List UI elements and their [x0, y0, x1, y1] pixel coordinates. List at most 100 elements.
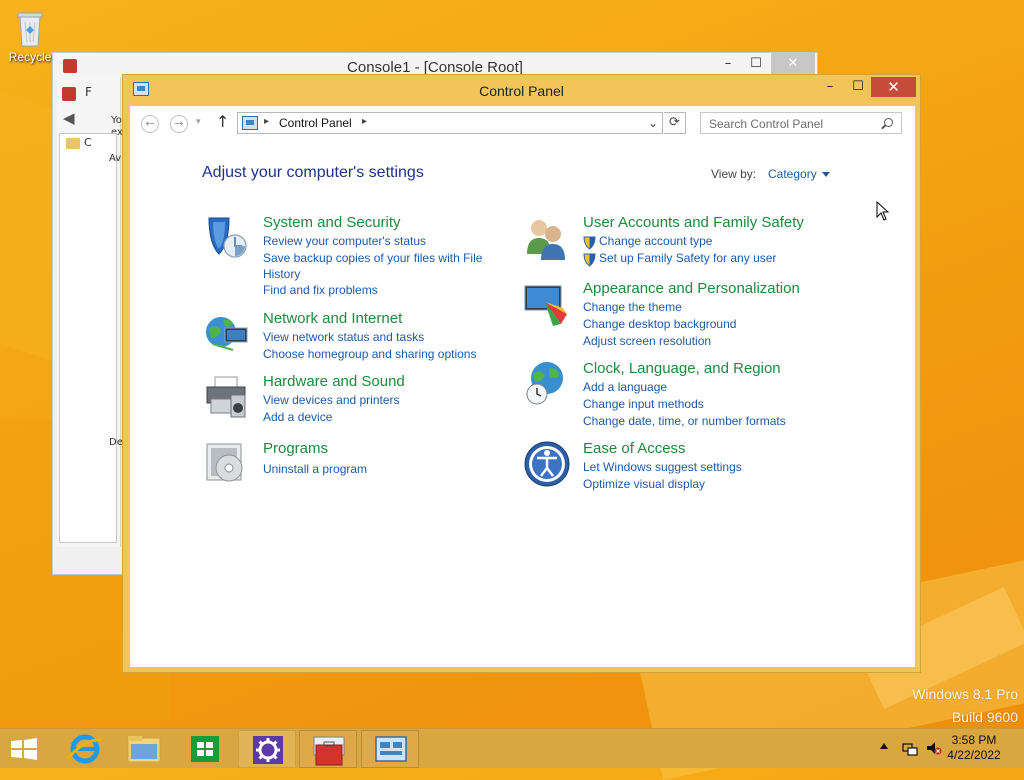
- background-text-de: De: [109, 437, 123, 448]
- find-and-fix-problems-link[interactable]: Find and fix problems: [263, 283, 378, 297]
- add-language-link[interactable]: Add a language: [583, 380, 667, 394]
- uac-shield-icon: [583, 235, 596, 250]
- toolbox-icon: [313, 736, 345, 766]
- change-input-methods-link[interactable]: Change input methods: [583, 397, 704, 411]
- folder-icon: [127, 736, 161, 763]
- console-maximize-button[interactable]: ☐: [741, 53, 771, 75]
- recycle-bin-label: Recycle: [8, 50, 52, 64]
- file-history-link[interactable]: Save backup copies of your files with Fi…: [263, 250, 493, 282]
- network-and-internet-link[interactable]: Network and Internet: [263, 310, 402, 327]
- tree-item-text: C: [84, 136, 92, 149]
- taskbar: 3:58 PM 4/22/2022: [0, 728, 1024, 768]
- background-app-icon: [62, 87, 76, 101]
- optimize-visual-display-link[interactable]: Optimize visual display: [583, 477, 705, 491]
- back-arrow-icon[interactable]: ◀: [63, 109, 75, 127]
- view-by-label: View by:: [711, 167, 757, 181]
- globe-clock-icon: [523, 360, 571, 408]
- family-safety-link[interactable]: Set up Family Safety for any user: [599, 251, 776, 265]
- review-computer-status-link[interactable]: Review your computer's status: [263, 234, 426, 248]
- view-by-chevron-down-icon[interactable]: [822, 172, 830, 177]
- network-icon[interactable]: [902, 740, 918, 756]
- breadcrumb-separator-icon[interactable]: ▸: [362, 116, 367, 127]
- console-minimize-button[interactable]: –: [713, 53, 743, 75]
- internet-explorer-taskbar-button[interactable]: [56, 730, 114, 768]
- windows-edition-watermark: Windows 8.1 Pro: [912, 686, 1018, 702]
- control-panel-icon: [375, 736, 407, 762]
- store-taskbar-button[interactable]: [176, 730, 234, 768]
- search-icon[interactable]: [884, 118, 893, 127]
- category-user-accounts: User Accounts and Family Safety Change a…: [523, 214, 823, 267]
- category-programs: Programs Uninstall a program: [203, 440, 493, 482]
- ease-of-access-icon: [523, 440, 571, 488]
- minimize-button[interactable]: –: [816, 77, 844, 97]
- view-devices-printers-link[interactable]: View devices and printers: [263, 393, 400, 407]
- category-appearance: Appearance and Personalization Change th…: [523, 280, 823, 348]
- settings-taskbar-button[interactable]: [238, 730, 296, 768]
- category-network-and-internet: Network and Internet View network status…: [203, 310, 493, 361]
- clock-time: 3:58 PM: [951, 733, 997, 747]
- navigation-bar: ← → ▾ ↑ ▸ Control Panel ▸ ⌄ ⟳: [130, 106, 915, 142]
- view-by-dropdown[interactable]: Category: [768, 167, 817, 181]
- control-panel-window-title: Control Panel: [479, 83, 564, 99]
- address-dropdown-chevron-icon[interactable]: ⌄: [648, 116, 658, 130]
- maximize-button[interactable]: ☐: [844, 77, 872, 97]
- address-bar[interactable]: ▸ Control Panel ▸ ⌄: [237, 112, 663, 134]
- programs-link[interactable]: Programs: [263, 440, 328, 457]
- users-icon: [523, 214, 571, 262]
- system-tray: 3:58 PM 4/22/2022: [864, 729, 1024, 769]
- add-device-link[interactable]: Add a device: [263, 410, 332, 424]
- file-explorer-taskbar-button[interactable]: [115, 730, 173, 768]
- category-clock-language-region: Clock, Language, and Region Add a langua…: [523, 360, 823, 428]
- clock-date: 4/22/2022: [947, 748, 1001, 762]
- appearance-personalization-link[interactable]: Appearance and Personalization: [583, 280, 800, 297]
- breadcrumb-control-panel[interactable]: Control Panel: [279, 116, 352, 130]
- windows-logo-icon: [11, 738, 37, 760]
- background-window-strip[interactable]: F ◀ Yoex C Av De: [57, 77, 123, 547]
- homegroup-sharing-link[interactable]: Choose homegroup and sharing options: [263, 347, 476, 361]
- mouse-cursor-icon: [876, 200, 890, 221]
- adjust-screen-resolution-link[interactable]: Adjust screen resolution: [583, 334, 711, 348]
- breadcrumb-separator-icon[interactable]: ▸: [264, 116, 269, 127]
- start-button[interactable]: [10, 738, 38, 760]
- back-button[interactable]: ←: [141, 115, 159, 133]
- console-close-button[interactable]: ✕: [771, 53, 815, 75]
- page-heading: Adjust your computer's settings: [202, 164, 424, 181]
- up-arrow-icon[interactable]: ↑: [216, 112, 229, 131]
- clock-language-region-link[interactable]: Clock, Language, and Region: [583, 360, 781, 377]
- uninstall-program-link[interactable]: Uninstall a program: [263, 462, 367, 476]
- category-ease-of-access: Ease of Access Let Windows suggest setti…: [523, 440, 823, 491]
- clock[interactable]: 3:58 PM 4/22/2022: [934, 733, 1014, 763]
- gear-icon: [253, 736, 283, 764]
- internet-explorer-icon: [66, 734, 103, 764]
- control-panel-window[interactable]: Control Panel – ☐ ✕ ← → ▾ ↑ ▸ Control Pa…: [122, 74, 921, 673]
- control-panel-icon: [242, 116, 258, 130]
- user-accounts-link[interactable]: User Accounts and Family Safety: [583, 214, 804, 231]
- change-desktop-background-link[interactable]: Change desktop background: [583, 317, 736, 331]
- close-button[interactable]: ✕: [871, 77, 916, 97]
- recycle-bin-desktop-icon[interactable]: Recycle: [4, 4, 56, 64]
- ease-of-access-link[interactable]: Ease of Access: [583, 440, 686, 457]
- refresh-button[interactable]: ⟳: [664, 112, 686, 134]
- control-panel-taskbar-button[interactable]: [361, 730, 419, 768]
- background-tree-panel[interactable]: C: [59, 133, 117, 543]
- programs-disc-icon: [203, 440, 251, 488]
- change-date-time-formats-link[interactable]: Change date, time, or number formats: [583, 414, 786, 428]
- forward-button[interactable]: →: [170, 115, 188, 133]
- uac-shield-icon: [583, 252, 596, 267]
- background-text-av: Av: [109, 153, 122, 164]
- change-account-type-link[interactable]: Change account type: [599, 234, 712, 248]
- printer-icon: [203, 373, 251, 421]
- show-hidden-icons-chevron-icon[interactable]: [880, 743, 888, 749]
- system-and-security-link[interactable]: System and Security: [263, 214, 401, 231]
- background-window-title: F: [85, 85, 92, 99]
- search-box[interactable]: [700, 112, 902, 134]
- windows-suggest-settings-link[interactable]: Let Windows suggest settings: [583, 460, 742, 474]
- computer-management-taskbar-button[interactable]: [299, 730, 357, 768]
- view-network-status-link[interactable]: View network status and tasks: [263, 330, 424, 344]
- search-input[interactable]: [707, 115, 877, 133]
- change-theme-link[interactable]: Change the theme: [583, 300, 682, 314]
- recent-locations-chevron-icon[interactable]: ▾: [196, 117, 201, 127]
- shield-icon: [203, 214, 251, 262]
- hardware-and-sound-link[interactable]: Hardware and Sound: [263, 373, 405, 390]
- store-icon: [191, 736, 219, 762]
